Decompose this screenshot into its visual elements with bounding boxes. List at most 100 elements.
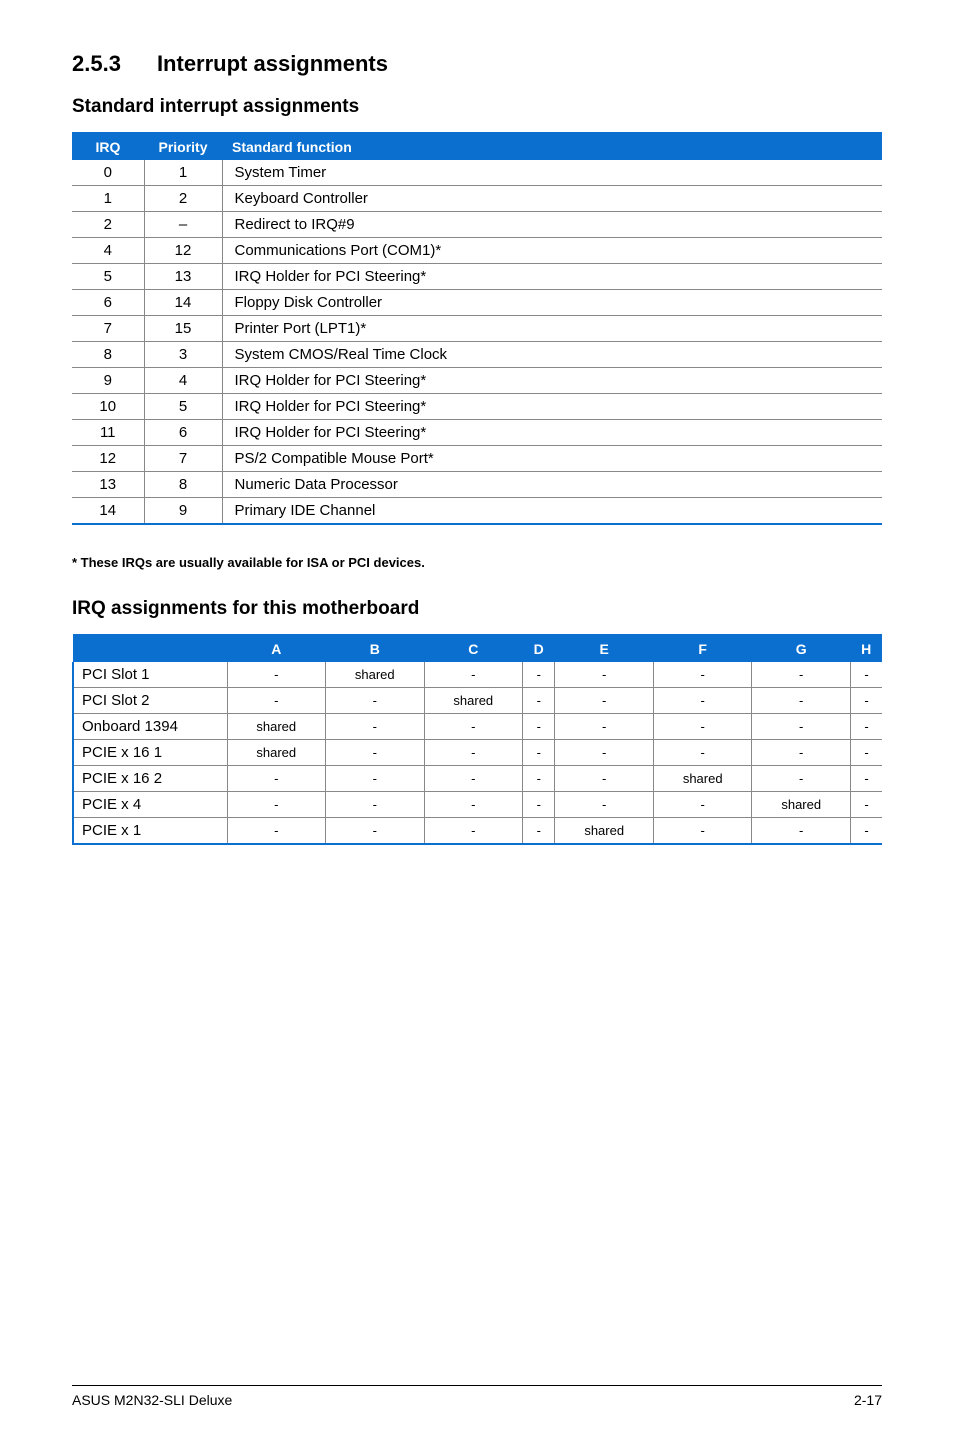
table-cell: Numeric Data Processor <box>222 472 882 498</box>
table-cell: PCIE x 1 <box>73 818 227 845</box>
table-cell: Printer Port (LPT1)* <box>222 316 882 342</box>
table-cell: IRQ Holder for PCI Steering* <box>222 394 882 420</box>
footer-right: 2-17 <box>854 1392 882 1408</box>
table-cell: 5 <box>144 394 222 420</box>
table-cell: 3 <box>144 342 222 368</box>
table-cell: shared <box>424 688 523 714</box>
table-cell: - <box>555 766 654 792</box>
mobo-irq-table: ABCDEFGH PCI Slot 1-shared------PCI Slot… <box>72 634 882 845</box>
table-cell: - <box>326 766 425 792</box>
table-cell: System CMOS/Real Time Clock <box>222 342 882 368</box>
table-cell: - <box>752 662 851 688</box>
table-cell: - <box>326 740 425 766</box>
table-cell: IRQ Holder for PCI Steering* <box>222 420 882 446</box>
table-cell: 0 <box>72 160 144 186</box>
table-cell: - <box>653 662 752 688</box>
table-header-cell: F <box>653 635 752 662</box>
table-cell: Primary IDE Channel <box>222 498 882 525</box>
table-cell: - <box>555 688 654 714</box>
table-cell: - <box>326 688 425 714</box>
table-cell: PS/2 Compatible Mouse Port* <box>222 446 882 472</box>
table-header-cell: H <box>850 635 882 662</box>
table-cell: 2 <box>144 186 222 212</box>
table-cell: 11 <box>72 420 144 446</box>
table-cell: - <box>424 714 523 740</box>
table-cell: 6 <box>144 420 222 446</box>
table-row: 513IRQ Holder for PCI Steering* <box>72 264 882 290</box>
table-cell: - <box>523 714 555 740</box>
table-cell: 12 <box>72 446 144 472</box>
table-cell: - <box>523 688 555 714</box>
table-cell: - <box>752 740 851 766</box>
table-cell: - <box>326 792 425 818</box>
table-row: 2–Redirect to IRQ#9 <box>72 212 882 238</box>
table-cell: - <box>850 662 882 688</box>
table-cell: 15 <box>144 316 222 342</box>
table-cell: - <box>523 766 555 792</box>
table-cell: - <box>850 688 882 714</box>
table-cell: Onboard 1394 <box>73 714 227 740</box>
footer-left: ASUS M2N32-SLI Deluxe <box>72 1392 232 1408</box>
table-cell: Communications Port (COM1)* <box>222 238 882 264</box>
table-cell: - <box>653 792 752 818</box>
table-row: 94IRQ Holder for PCI Steering* <box>72 368 882 394</box>
table-cell: 5 <box>72 264 144 290</box>
table-cell: PCIE x 4 <box>73 792 227 818</box>
table-cell: 1 <box>144 160 222 186</box>
table-row: Onboard 1394shared------- <box>73 714 882 740</box>
table-row: 138Numeric Data Processor <box>72 472 882 498</box>
table-row: PCIE x 16 1shared------- <box>73 740 882 766</box>
table-cell: - <box>424 740 523 766</box>
table-cell: - <box>523 792 555 818</box>
table-cell: PCI Slot 2 <box>73 688 227 714</box>
table-cell: - <box>424 792 523 818</box>
table-cell: - <box>326 818 425 845</box>
table-header-cell <box>73 635 227 662</box>
table-cell: - <box>424 818 523 845</box>
table-cell: 13 <box>144 264 222 290</box>
table-cell: 13 <box>72 472 144 498</box>
footnote: * These IRQs are usually available for I… <box>72 555 882 570</box>
table-cell: - <box>227 662 326 688</box>
section-number: 2.5.3 <box>72 51 121 77</box>
table-cell: – <box>144 212 222 238</box>
table-cell: shared <box>227 740 326 766</box>
table-row: PCIE x 16 2-----shared-- <box>73 766 882 792</box>
section-title: Interrupt assignments <box>157 51 388 76</box>
table-header-cell: D <box>523 635 555 662</box>
table-cell: - <box>523 740 555 766</box>
table-cell: - <box>850 714 882 740</box>
table-cell: System Timer <box>222 160 882 186</box>
col-priority: Priority <box>144 133 222 160</box>
table-cell: - <box>850 818 882 845</box>
table-row: 105IRQ Holder for PCI Steering* <box>72 394 882 420</box>
table-header-cell: B <box>326 635 425 662</box>
standard-irq-table: IRQ Priority Standard function 01System … <box>72 132 882 525</box>
table-cell: - <box>227 792 326 818</box>
table-cell: - <box>523 818 555 845</box>
table-row: 412Communications Port (COM1)* <box>72 238 882 264</box>
table-cell: Redirect to IRQ#9 <box>222 212 882 238</box>
table-header-cell: A <box>227 635 326 662</box>
subheading-irq-mobo: IRQ assignments for this motherboard <box>72 598 882 620</box>
table-header-cell: C <box>424 635 523 662</box>
table-cell: 9 <box>72 368 144 394</box>
table-cell: 8 <box>72 342 144 368</box>
table-cell: PCI Slot 1 <box>73 662 227 688</box>
table-cell: - <box>555 714 654 740</box>
table-cell: 1 <box>72 186 144 212</box>
table-cell: IRQ Holder for PCI Steering* <box>222 368 882 394</box>
table-cell: - <box>653 688 752 714</box>
table-row: PCI Slot 1-shared------ <box>73 662 882 688</box>
table-row: 01System Timer <box>72 160 882 186</box>
table-cell: - <box>326 714 425 740</box>
table-row: PCIE x 4------shared- <box>73 792 882 818</box>
table-cell: 8 <box>144 472 222 498</box>
table-cell: - <box>752 766 851 792</box>
table-row: 116IRQ Holder for PCI Steering* <box>72 420 882 446</box>
table-cell: shared <box>227 714 326 740</box>
col-function: Standard function <box>222 133 882 160</box>
table-row: 12Keyboard Controller <box>72 186 882 212</box>
table-cell: 12 <box>144 238 222 264</box>
table-cell: 14 <box>72 498 144 525</box>
